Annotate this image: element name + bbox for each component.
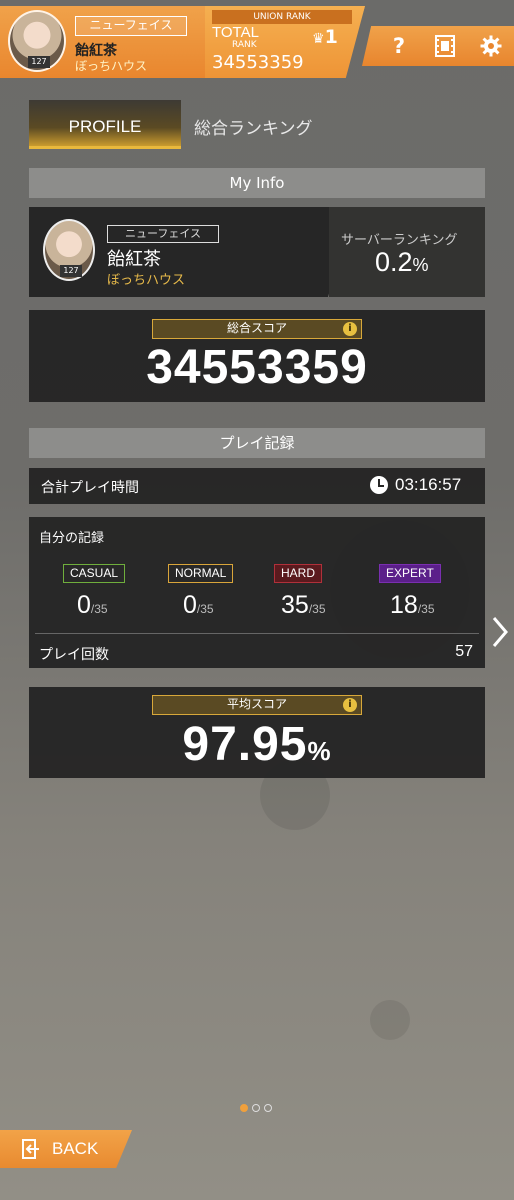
- play-count-label: プレイ回数: [39, 647, 109, 663]
- average-score-label: 平均スコア: [226, 697, 287, 711]
- chevron-right-icon[interactable]: [490, 615, 510, 649]
- tab-profile[interactable]: PROFILE: [29, 100, 181, 149]
- average-score-value: 97.95%: [29, 717, 485, 772]
- union-rank-label: UNION RANK: [212, 10, 352, 24]
- rank-value: 1: [324, 26, 338, 48]
- player-avatar[interactable]: 127: [8, 10, 66, 72]
- rank-medal: ♛1: [312, 26, 338, 48]
- play-count-value: 57: [455, 643, 473, 660]
- rank-label: RANK: [232, 40, 257, 50]
- video-icon: [435, 35, 455, 57]
- my-info-heading: My Info: [29, 168, 485, 198]
- title-badge: ニューフェイス: [107, 225, 219, 243]
- casual-cleared: 0: [77, 591, 91, 619]
- medal-icon: ♛: [312, 31, 325, 47]
- level-badge: 127: [60, 265, 82, 277]
- play-record-heading: プレイ記録: [29, 428, 485, 458]
- back-label: BACK: [52, 1139, 99, 1158]
- normal-total: /35: [196, 602, 214, 616]
- avatar: 127: [43, 219, 95, 281]
- gear-icon: [480, 35, 502, 57]
- difficulty-normal-value: 0/35: [183, 591, 214, 620]
- tab-ranking[interactable]: 総合ランキング: [194, 114, 313, 139]
- clock-icon: [370, 476, 388, 494]
- total-score-label: 総合スコア: [226, 321, 287, 335]
- average-score-label-box: 平均スコア i: [152, 695, 362, 715]
- difficulty-casual-value: 0/35: [77, 591, 108, 620]
- difficulty-normal-label: NORMAL: [168, 564, 234, 583]
- back-button[interactable]: BACK: [0, 1130, 132, 1168]
- percent-unit: %: [412, 255, 429, 275]
- difficulty-expert-label: EXPERT: [379, 564, 441, 583]
- background-decoration: [370, 1000, 410, 1040]
- guild-name: ぼっちハウス: [107, 273, 186, 288]
- divider: [35, 633, 479, 634]
- average-score-card: 平均スコア i 97.95%: [29, 687, 485, 778]
- my-info-card: 127 ニューフェイス 飴紅茶 ぼっちハウス サーバーランキング 0.2%: [29, 207, 485, 297]
- header-total-score: 34553359: [212, 52, 304, 73]
- average-score-number: 97.95: [182, 718, 308, 771]
- total-label: TOTAL: [212, 24, 259, 41]
- video-button[interactable]: [424, 28, 466, 64]
- difficulty-hard-value: 35/35: [281, 591, 326, 620]
- my-records-card: 自分の記録 CASUAL NORMAL HARD EXPERT 0/35 0/3…: [29, 517, 485, 668]
- hard-cleared: 35: [281, 591, 309, 619]
- server-ranking-label: サーバーランキング: [341, 233, 458, 248]
- total-score-label-box: 総合スコア i: [152, 319, 362, 339]
- server-ranking-number: 0.2: [375, 247, 413, 277]
- normal-cleared: 0: [183, 591, 197, 619]
- info-icon[interactable]: i: [343, 322, 357, 336]
- total-score-value: 34553359: [146, 341, 368, 394]
- expert-total: /35: [417, 602, 435, 616]
- total-play-time-row: 合計プレイ時間 03:16:57: [29, 468, 485, 504]
- player-title-badge: ニューフェイス: [75, 16, 187, 36]
- player-level: 127: [28, 56, 50, 68]
- my-records-label: 自分の記録: [39, 531, 105, 546]
- percent-unit: %: [307, 736, 332, 766]
- page-dot[interactable]: [252, 1104, 260, 1112]
- player-guild: ぼっちハウス: [75, 59, 148, 73]
- total-score-card: 総合スコア i 34553359: [29, 310, 485, 402]
- difficulty-hard-label: HARD: [274, 564, 323, 583]
- page-dot[interactable]: [264, 1104, 272, 1112]
- exit-icon: [22, 1139, 39, 1159]
- info-icon[interactable]: i: [343, 698, 357, 712]
- top-bar: 127 ニューフェイス 飴紅茶 ぼっちハウス UNION RANK TOTAL …: [0, 0, 514, 80]
- difficulty-expert-value: 18/35: [390, 591, 435, 620]
- player-name: 飴紅茶: [107, 249, 161, 270]
- difficulty-casual-label: CASUAL: [63, 564, 126, 583]
- help-icon: ?: [392, 34, 406, 58]
- expert-cleared: 18: [390, 591, 418, 619]
- settings-button[interactable]: [470, 28, 512, 64]
- pagination-dots: [240, 1104, 272, 1112]
- hard-total: /35: [308, 602, 326, 616]
- server-ranking-value: 0.2%: [375, 247, 429, 278]
- total-play-time-value: 03:16:57: [395, 475, 462, 494]
- total-play-time-label: 合計プレイ時間: [41, 480, 139, 496]
- casual-total: /35: [90, 602, 108, 616]
- page-dot-active[interactable]: [240, 1104, 248, 1112]
- help-button[interactable]: ?: [378, 28, 420, 64]
